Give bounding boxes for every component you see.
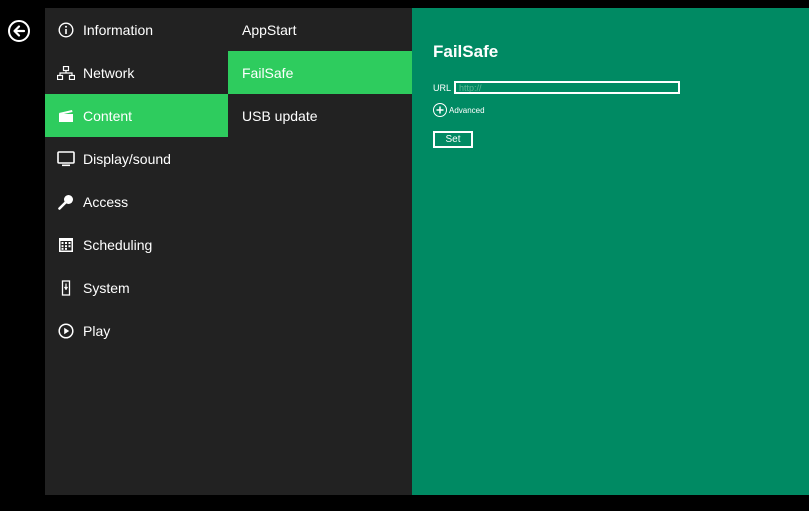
menu-label: Information bbox=[83, 21, 154, 38]
sub-item-usb-update[interactable]: USB update bbox=[228, 94, 412, 137]
menu-item-information[interactable]: Information bbox=[45, 8, 228, 51]
main-menu: Information Network Content Display/soun… bbox=[45, 8, 228, 495]
sub-item-failsafe[interactable]: FailSafe bbox=[228, 51, 412, 94]
plus-circle-icon bbox=[433, 103, 447, 117]
set-button[interactable]: Set bbox=[433, 131, 473, 148]
sub-item-label: AppStart bbox=[242, 21, 297, 38]
menu-label: Network bbox=[83, 64, 135, 81]
url-label: URL bbox=[433, 82, 452, 93]
system-icon bbox=[57, 279, 75, 297]
play-icon bbox=[57, 322, 75, 340]
menu-label: System bbox=[83, 279, 130, 296]
back-button[interactable] bbox=[8, 20, 30, 42]
clapperboard-icon bbox=[57, 107, 75, 125]
menu-item-scheduling[interactable]: Scheduling bbox=[45, 223, 228, 266]
menu-item-access[interactable]: Access bbox=[45, 180, 228, 223]
url-input[interactable] bbox=[454, 81, 681, 94]
page-title: FailSafe bbox=[433, 42, 499, 61]
menu-label: Play bbox=[83, 322, 111, 339]
menu-label: Display/sound bbox=[83, 150, 171, 167]
sub-menu: AppStart FailSafe USB update bbox=[228, 8, 412, 495]
advanced-label: Advanced bbox=[449, 105, 485, 115]
monitor-icon bbox=[57, 150, 75, 168]
sub-item-label: FailSafe bbox=[242, 64, 294, 81]
url-row: URL bbox=[433, 81, 681, 94]
network-icon bbox=[57, 64, 75, 82]
menu-item-network[interactable]: Network bbox=[45, 51, 228, 94]
menu-item-system[interactable]: System bbox=[45, 266, 228, 309]
app-window: Information Network Content Display/soun… bbox=[45, 8, 809, 495]
menu-label: Access bbox=[83, 193, 129, 210]
sub-item-label: USB update bbox=[242, 107, 318, 124]
info-icon bbox=[57, 21, 75, 39]
advanced-toggle[interactable]: Advanced bbox=[433, 103, 485, 117]
menu-item-display-sound[interactable]: Display/sound bbox=[45, 137, 228, 180]
sub-item-appstart[interactable]: AppStart bbox=[228, 8, 412, 51]
menu-item-content[interactable]: Content bbox=[45, 94, 228, 137]
content-panel: FailSafe URL Advanced Set bbox=[412, 8, 809, 495]
key-icon bbox=[57, 193, 75, 211]
menu-item-play[interactable]: Play bbox=[45, 309, 228, 352]
menu-label: Content bbox=[83, 107, 133, 124]
arrow-left-icon bbox=[13, 25, 26, 37]
menu-label: Scheduling bbox=[83, 236, 153, 253]
calendar-icon bbox=[57, 236, 75, 254]
